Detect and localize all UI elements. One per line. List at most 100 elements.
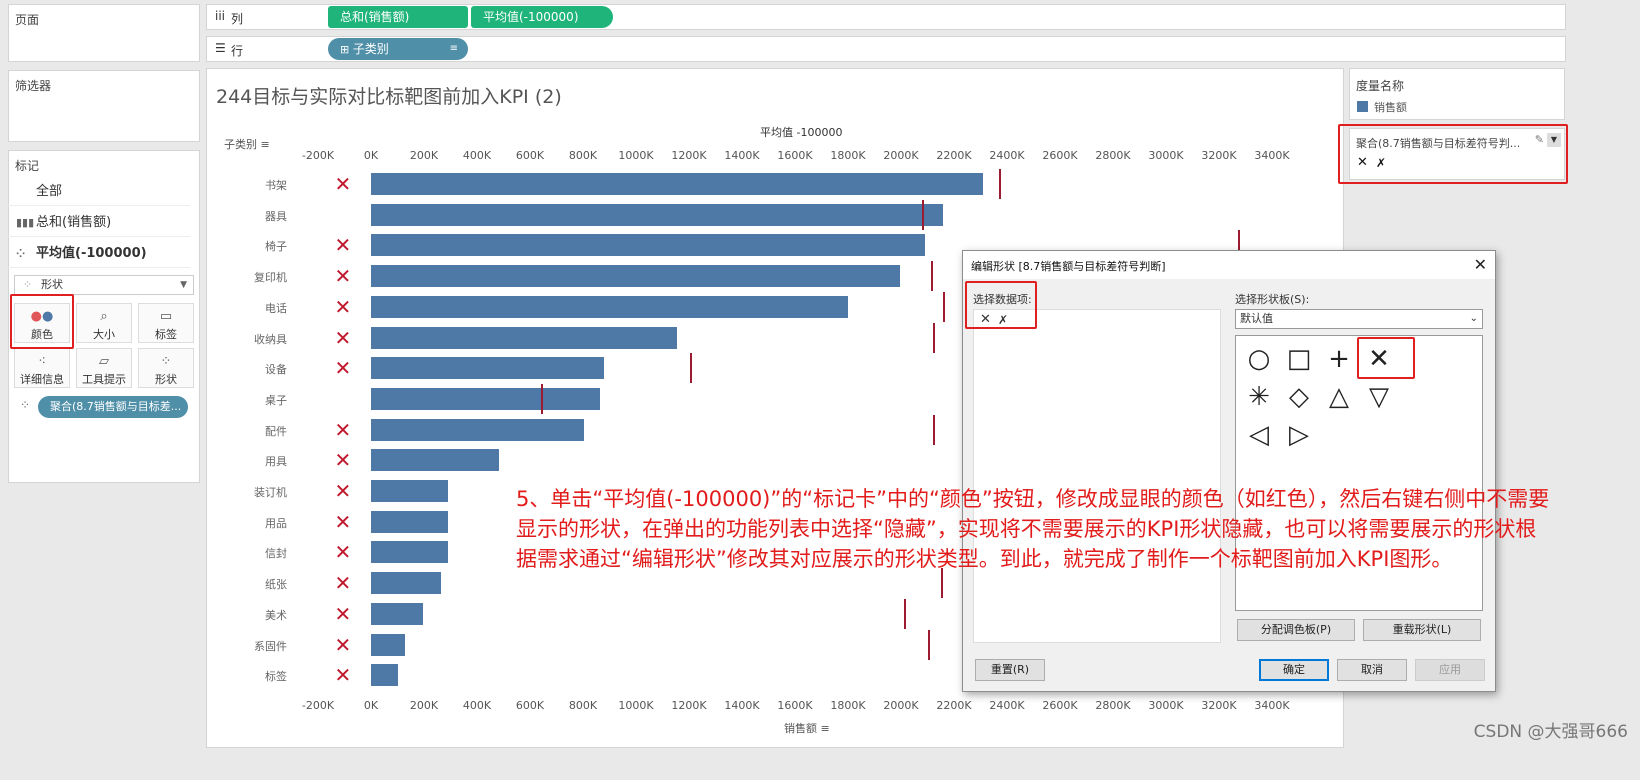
marks-row-avg[interactable]: ⁘ 平均值(-100000) [8,240,190,268]
data-items-list[interactable]: ✕ ✗ [973,309,1221,643]
triangle-up-shape-icon[interactable]: △ [1322,380,1356,414]
pencil-icon[interactable]: ✎ [1535,133,1544,146]
shape-button[interactable]: ⁘ 形状 [138,348,194,388]
square-shape-icon[interactable]: □ [1282,342,1316,376]
color-button[interactable]: ●● 颜色 [14,303,70,343]
label-button[interactable]: ▭ 标签 [138,303,194,343]
shapes-icon: ⁘ [23,278,33,291]
kpi-x-mark: ✕ [334,417,352,442]
target-line [932,322,935,353]
circle-shape-icon[interactable]: ○ [1242,342,1276,376]
x-tick-label-top: 200K [409,149,439,162]
marks-row-label: 平均值(-100000) [36,246,147,261]
x-tick-label-top: 3000K [1148,149,1184,162]
view-title: 244目标与实际对比标靶图前加入KPI (2) [216,86,562,108]
x-tick-label-bottom: 0K [363,699,379,712]
legend-shape-x[interactable]: ✗ [1376,156,1386,170]
reset-button[interactable]: 重置(R) [975,659,1045,681]
x-tick-label-bottom: 400K [462,699,492,712]
ok-button[interactable]: 确定 [1259,659,1329,681]
x-tick-label-top: 1200K [671,149,707,162]
palette-select[interactable]: 默认值 ⌄ [1235,309,1483,329]
pages-panel: 页面 [8,4,200,62]
legend-panel: 度量名称 销售额 [1349,68,1565,120]
cancel-button[interactable]: 取消 [1337,659,1407,681]
rows-pill-subcategory[interactable]: ⊞ 子类别 ≡ [328,38,468,60]
label-icon: ▭ [159,309,173,324]
triangle-left-shape-icon[interactable]: ◁ [1242,418,1276,452]
detail-icon: ⁖ [38,354,46,369]
asterisk-shape-icon[interactable]: ✳ [1242,380,1276,414]
x-tick-label-bottom: 2800K [1095,699,1131,712]
kpi-x-mark: ✕ [334,540,352,565]
marks-title: 标记 [15,159,40,173]
target-line [690,353,693,384]
triangle-down-shape-icon[interactable]: ▽ [1362,380,1396,414]
bar [371,357,604,380]
kpi-x-mark: ✕ [334,448,352,473]
x-tick-label-top: 400K [462,149,492,162]
x-tick-label-top: 2600K [1042,149,1078,162]
target-line [922,199,925,230]
apply-button[interactable]: 应用 [1415,659,1485,681]
category-label: 复印机 [254,271,287,285]
plus-shape-icon[interactable]: + [1322,342,1356,376]
x-tick-label-top: 1400K [724,149,760,162]
category-label: 信封 [265,547,287,561]
color-button-label: 颜色 [31,328,53,341]
shape-field-pill[interactable]: 聚合(8.7销售额与目标差... [38,396,188,418]
bar [371,480,449,502]
kpi-x-mark: ✕ [334,172,352,196]
columns-label: 列 [231,12,244,26]
bar [371,265,900,288]
bottom-axis-label: 销售额 [784,722,817,735]
detail-button[interactable]: ⁖ 详细信息 [14,348,70,388]
select-data-label: 选择数据项: [973,293,1032,306]
target-line [932,414,935,445]
size-button[interactable]: ⌕ 大小 [76,303,132,343]
x-tick-label-bottom: 3400K [1254,699,1290,712]
triangle-right-shape-icon[interactable]: ▷ [1282,418,1316,452]
columns-pill-sum-sales[interactable]: 总和(销售额) [328,6,468,28]
tooltip-button[interactable]: ▱ 工具提示 [76,348,132,388]
tooltip-button-label: 工具提示 [82,373,126,386]
x-tick-label-bottom: 200K [409,699,439,712]
x-tick-label-top: -200K [301,149,335,162]
label-button-label: 标签 [155,328,177,341]
plus-icon: ⊞ [340,43,353,56]
legend-shape-x-bold[interactable]: ✕ [1357,155,1368,170]
data-item-x-bold[interactable]: ✕ [980,312,991,327]
category-label: 配件 [265,424,287,438]
x-tick-label-top: 800K [568,149,598,162]
x-shape-icon[interactable]: ✕ [1362,342,1396,376]
columns-icon: iii [215,9,226,23]
sort-icon: ≡ [820,722,830,735]
category-label: 用具 [265,455,287,469]
shape-legend-title: 聚合(8.7销售额与目标差符号判... [1356,137,1521,150]
columns-pill-avg[interactable]: 平均值(-100000) [471,6,613,28]
chevron-down-icon[interactable]: ▼ [1547,133,1561,147]
size-icon: ⌕ [100,309,108,324]
diamond-shape-icon[interactable]: ◇ [1282,380,1316,414]
marks-row-all[interactable]: 全部 [8,178,190,206]
reload-shapes-button[interactable]: 重载形状(L) [1363,619,1481,641]
top-axis-title: 平均值 -100000 [760,126,843,139]
color-dots-icon: ●● [30,309,54,324]
kpi-x-mark: ✕ [334,264,352,289]
filters-panel: 筛选器 [8,70,200,142]
mark-type-dropdown[interactable]: ⁘ 形状 ▼ [14,275,194,295]
filters-title: 筛选器 [15,79,52,93]
palette-select-value: 默认值 [1240,312,1273,325]
marks-row-label: 总和(销售额) [36,215,112,230]
bottom-axis-title: 销售额 ≡ [784,720,830,736]
x-tick-label-bottom: 1800K [830,699,866,712]
bar [371,173,984,195]
data-item-x[interactable]: ✗ [998,313,1008,327]
close-icon[interactable]: ✕ [1474,255,1487,274]
assign-palette-button[interactable]: 分配调色板(P) [1237,619,1355,641]
category-label: 书架 [265,179,287,192]
category-label: 椅子 [265,240,287,254]
rows-header[interactable]: 子类别 ≡ [224,136,270,152]
x-tick-label-top: 2000K [883,149,919,162]
marks-row-sum-sales[interactable]: ▮▮▮ 总和(销售额) [8,209,190,237]
